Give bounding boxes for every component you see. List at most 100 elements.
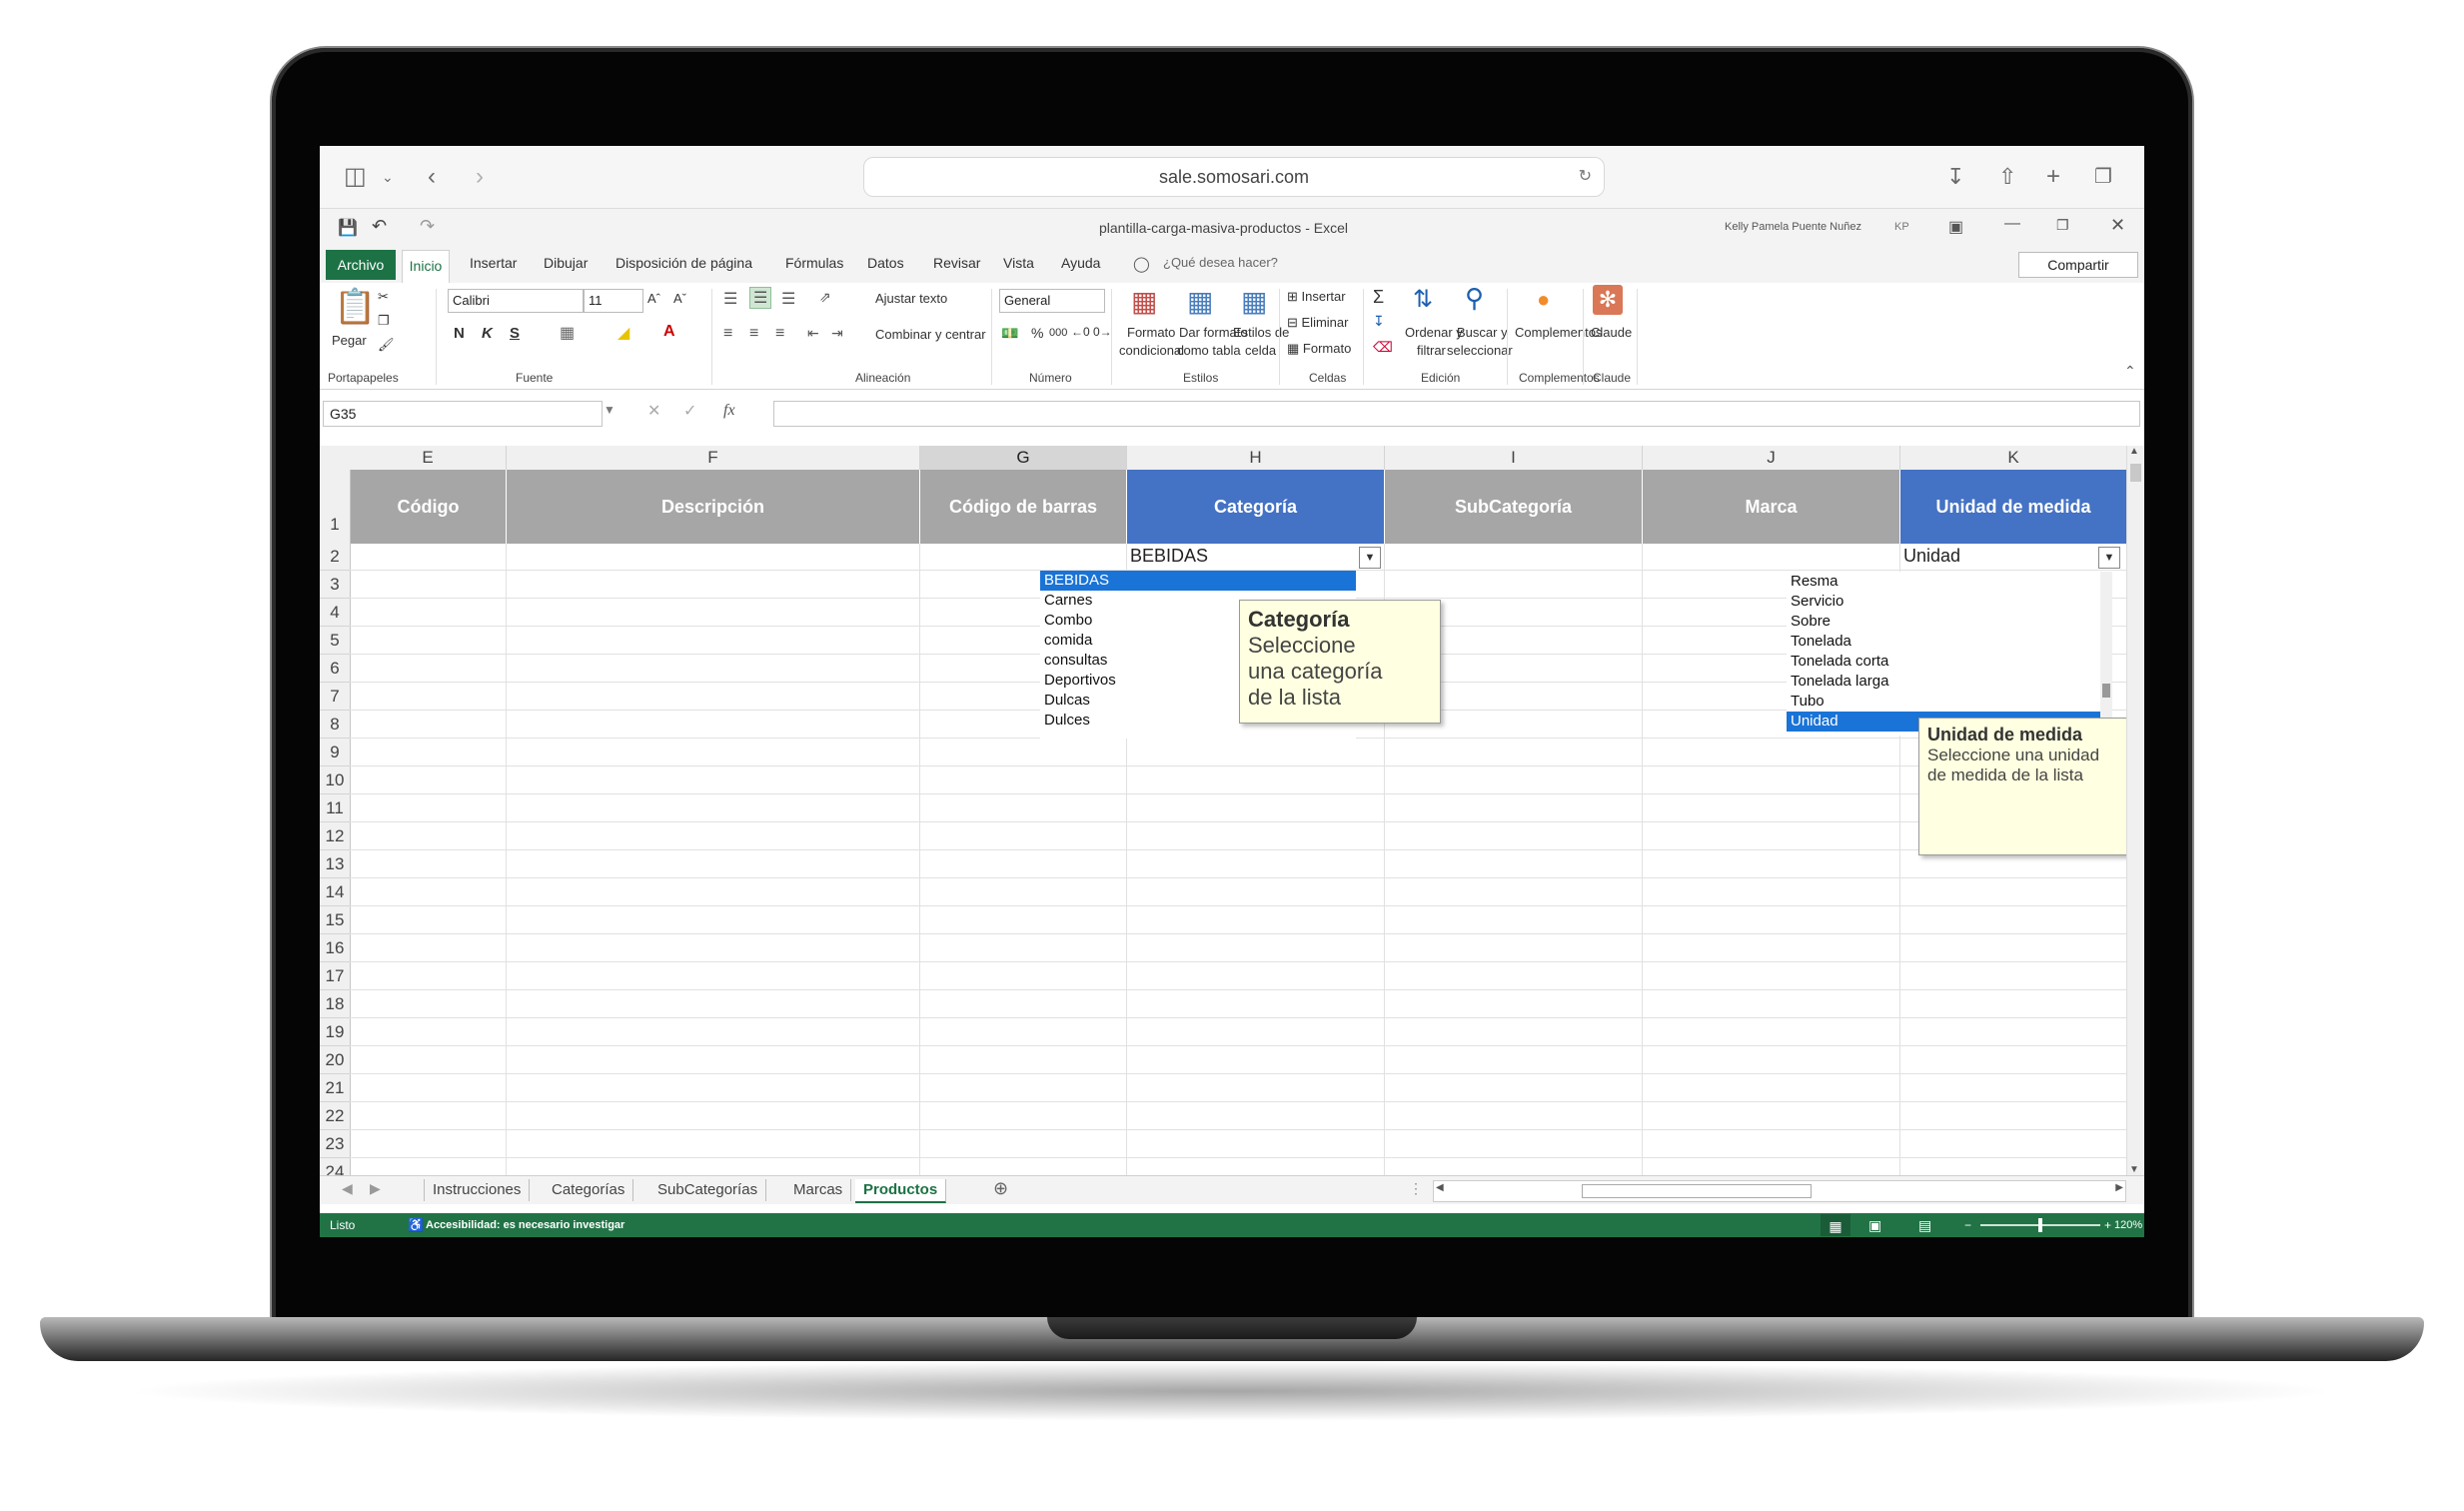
cancel-entry-icon[interactable]: ✕ <box>647 401 660 421</box>
decrease-indent-icon[interactable]: ⇤ <box>807 325 819 342</box>
borders-icon[interactable]: ▦ <box>560 323 575 343</box>
orientation-icon[interactable]: ⇗ <box>819 289 831 306</box>
zoom-in-icon[interactable]: + <box>2104 1213 2111 1237</box>
row-header[interactable]: 18 <box>320 990 351 1018</box>
sheet-tab-instrucciones[interactable]: Instrucciones <box>424 1179 531 1201</box>
accounting-icon[interactable]: 💵 <box>1001 325 1018 342</box>
name-box-dropdown-icon[interactable]: ▼ <box>604 403 616 417</box>
row-header[interactable]: 17 <box>320 962 351 990</box>
unit-option[interactable]: Servicio <box>1787 592 2100 612</box>
paste-button[interactable]: Pegar <box>332 333 367 348</box>
redo-icon[interactable]: ↷ <box>420 216 435 237</box>
decrease-decimal-icon[interactable]: 0→ <box>1093 325 1112 339</box>
paste-icon[interactable]: 📋 <box>334 287 376 327</box>
find-select-label-2[interactable]: seleccionar <box>1447 343 1513 358</box>
row-header[interactable]: 1 <box>320 470 351 545</box>
scroll-left-icon[interactable]: ◀ <box>1436 1182 1444 1193</box>
scroll-thumb[interactable] <box>2130 464 2141 482</box>
row-header[interactable]: 13 <box>320 850 351 878</box>
save-icon[interactable]: 💾 <box>338 218 358 238</box>
tabs-overview-icon[interactable]: ❐ <box>2094 146 2112 208</box>
sheet-tab-productos[interactable]: Productos <box>855 1179 947 1203</box>
row-header[interactable]: 24 <box>320 1158 351 1175</box>
unit-list-scrollbar[interactable] <box>2100 572 2112 736</box>
horizontal-scroll-thumb[interactable] <box>1582 1184 1812 1198</box>
name-box[interactable]: G35 <box>323 401 603 427</box>
normal-view-icon[interactable]: ▦ <box>1821 1214 1850 1236</box>
unit-option[interactable]: Resma <box>1787 572 2100 592</box>
row-header[interactable]: 14 <box>320 878 351 906</box>
scroll-up-icon[interactable]: ▲ <box>2129 446 2139 457</box>
row-header[interactable]: 5 <box>320 627 351 655</box>
vertical-scrollbar[interactable]: ▲ ▼ <box>2126 446 2144 1175</box>
align-middle-icon[interactable]: ☰ <box>749 287 772 309</box>
merge-center-button[interactable]: Combinar y centrar <box>875 327 986 342</box>
format-as-table-icon[interactable]: ▦ <box>1187 285 1213 318</box>
row-header[interactable]: 21 <box>320 1074 351 1102</box>
format-painter-icon[interactable]: 🖌 <box>378 337 395 353</box>
tab-revisar[interactable]: Revisar <box>933 255 980 271</box>
wrap-text-button[interactable]: Ajustar texto <box>875 291 947 306</box>
ribbon-display-icon[interactable]: ▣ <box>1948 217 1963 237</box>
row-header[interactable]: 7 <box>320 683 351 711</box>
zoom-out-icon[interactable]: − <box>1964 1213 1971 1237</box>
column-header-j[interactable]: J <box>1643 446 1900 471</box>
reload-icon[interactable]: ↻ <box>1579 158 1592 196</box>
sidebar-icon[interactable]: ◫ <box>344 146 367 208</box>
align-top-icon[interactable]: ☰ <box>723 289 737 309</box>
share-icon[interactable]: ⇧ <box>1998 146 2016 208</box>
row-header[interactable]: 10 <box>320 766 351 794</box>
fill-color-icon[interactable]: ◢ <box>617 323 629 343</box>
cut-icon[interactable]: ✂ <box>378 289 389 305</box>
column-header-h[interactable]: H <box>1127 446 1385 471</box>
chevron-down-icon[interactable]: ⌄ <box>382 146 394 208</box>
sort-filter-label-2[interactable]: filtrar <box>1417 343 1446 358</box>
minimize-icon[interactable]: — <box>2004 215 2020 233</box>
undo-icon[interactable]: ↶ <box>372 216 387 237</box>
unit-option[interactable]: Tonelada larga <box>1787 672 2100 692</box>
horizontal-scrollbar[interactable]: ◀ ▶ <box>1433 1180 2126 1202</box>
unit-list-scroll-thumb[interactable] <box>2102 684 2110 698</box>
row-header[interactable]: 22 <box>320 1102 351 1130</box>
tab-datos[interactable]: Datos <box>867 255 904 271</box>
row-header[interactable]: 9 <box>320 739 351 766</box>
accessibility-icon[interactable]: ♿ <box>408 1213 424 1237</box>
number-format-select[interactable]: General <box>999 289 1105 313</box>
addins-icon[interactable]: ● <box>1537 287 1550 313</box>
cond-format-label-2[interactable]: condicional <box>1119 343 1184 358</box>
accessibility-status[interactable]: Accesibilidad: es necesario investigar <box>426 1213 624 1237</box>
increase-indent-icon[interactable]: ⇥ <box>831 325 843 342</box>
scroll-down-icon[interactable]: ▼ <box>2129 1164 2139 1175</box>
row-header[interactable]: 2 <box>320 544 351 571</box>
confirm-entry-icon[interactable]: ✓ <box>683 401 696 421</box>
formula-input[interactable] <box>773 401 2140 427</box>
header-cell-categoria[interactable]: Categoría <box>1127 470 1385 544</box>
bold-button[interactable]: N <box>454 325 465 342</box>
header-cell-subcategoria[interactable]: SubCategoría <box>1385 470 1643 544</box>
row-header[interactable]: 11 <box>320 794 351 822</box>
align-bottom-icon[interactable]: ☰ <box>781 289 795 309</box>
row-header[interactable]: 23 <box>320 1130 351 1158</box>
cell-k2-value[interactable]: Unidad <box>1903 546 1960 567</box>
grow-font-icon[interactable]: Aˆ <box>647 291 660 306</box>
fill-icon[interactable]: ↧ <box>1373 313 1385 330</box>
row-header[interactable]: 19 <box>320 1018 351 1046</box>
category-option[interactable]: BEBIDAS <box>1040 571 1356 591</box>
category-dropdown-button[interactable]: ▼ <box>1359 547 1381 569</box>
find-select-icon[interactable]: ⚲ <box>1465 283 1484 314</box>
cell-h2-value[interactable]: BEBIDAS <box>1130 546 1208 567</box>
unit-option[interactable]: Sobre <box>1787 612 2100 632</box>
restore-icon[interactable]: ❐ <box>2056 217 2069 234</box>
tab-vista[interactable]: Vista <box>1003 255 1034 271</box>
next-sheet-icon[interactable]: ▶ <box>370 1180 381 1197</box>
underline-button[interactable]: S <box>510 325 520 342</box>
unit-dropdown-button[interactable]: ▼ <box>2098 547 2120 569</box>
zoom-slider[interactable] <box>1980 1218 2100 1232</box>
back-icon[interactable]: ‹ <box>428 146 436 208</box>
addins-button[interactable]: Complementos <box>1515 325 1602 340</box>
row-header[interactable]: 12 <box>320 822 351 850</box>
shrink-font-icon[interactable]: Aˇ <box>673 291 686 306</box>
header-cell-codigo-barras[interactable]: Código de barras <box>920 470 1127 544</box>
format-cells-button[interactable]: ▦ Formato <box>1287 341 1351 357</box>
tell-me-input[interactable]: ¿Qué desea hacer? <box>1163 255 1278 270</box>
